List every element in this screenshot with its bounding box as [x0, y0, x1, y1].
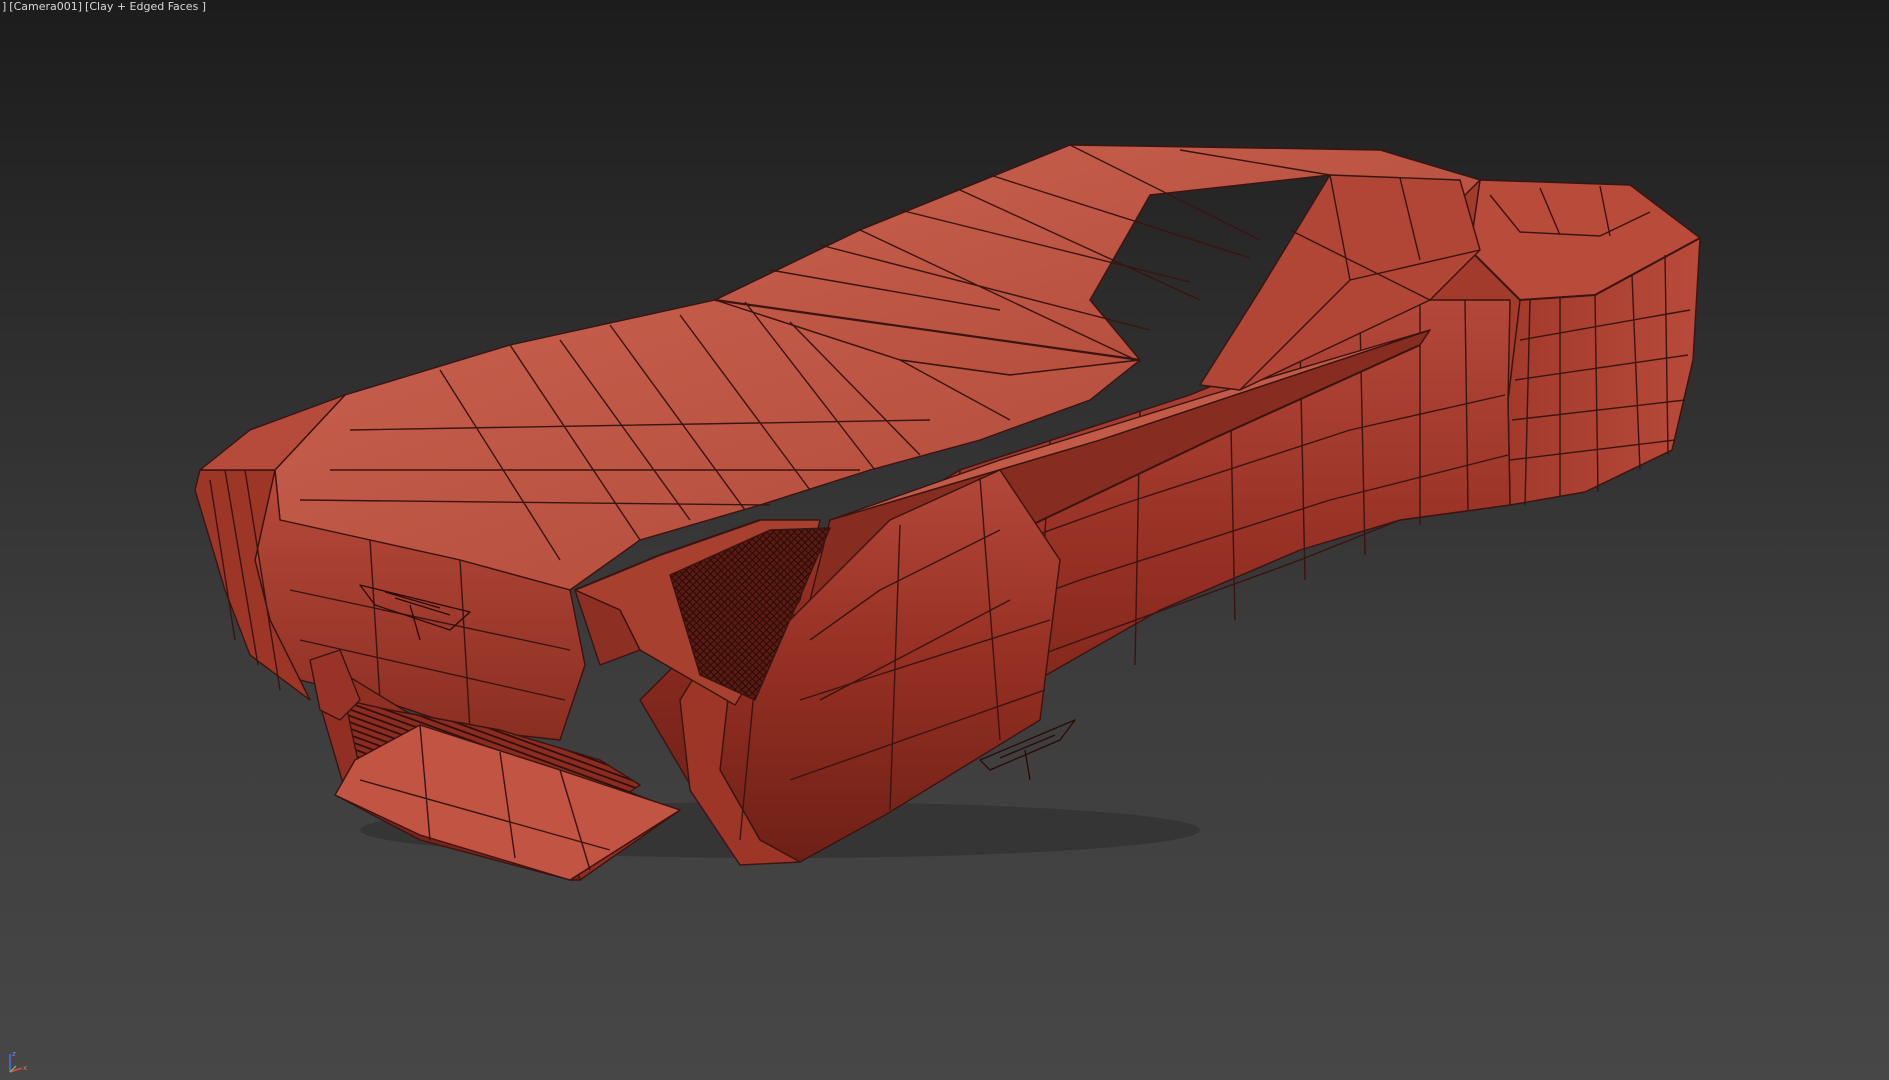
3d-viewport[interactable]: ] [Camera001] [Clay + Edged Faces ] z x	[0, 0, 1889, 1080]
model-render[interactable]	[0, 0, 1889, 1080]
axis-x-label: x	[23, 1064, 27, 1072]
axis-gizmo: z x	[9, 1050, 27, 1073]
axis-z-label: z	[12, 1050, 16, 1058]
